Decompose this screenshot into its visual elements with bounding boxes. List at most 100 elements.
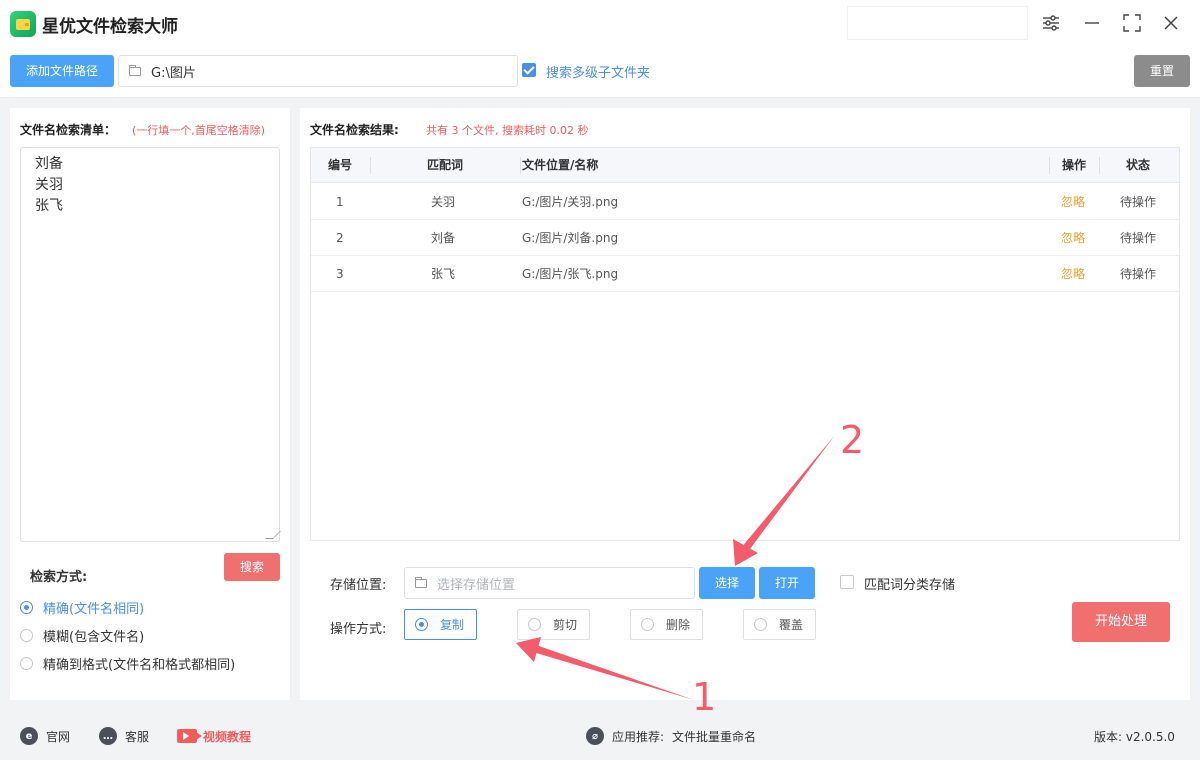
open-location-button[interactable]: 打开 bbox=[759, 567, 815, 599]
operation-copy-option[interactable]: 复制 bbox=[404, 609, 477, 640]
results-title: 文件名检索结果: bbox=[310, 123, 399, 137]
column-header-status: 状态 bbox=[1126, 158, 1151, 172]
path-input[interactable]: G:\图片 bbox=[118, 55, 518, 87]
results-panel: 文件名检索结果: 共有 3 个文件, 搜索耗时 0.02 秒 编号 匹配词 文件… bbox=[300, 108, 1190, 700]
subfolder-label[interactable]: 搜索多级子文件夹 bbox=[546, 62, 650, 81]
video-camera-icon bbox=[177, 729, 202, 743]
mode-option-exact-format[interactable]: 精确到格式(文件名和格式都相同) bbox=[20, 654, 235, 673]
maximize-icon[interactable] bbox=[1119, 10, 1145, 36]
annotation-step-2: 2 bbox=[840, 418, 865, 462]
folder-icon bbox=[415, 576, 427, 588]
storage-location-input[interactable]: 选择存储位置 bbox=[404, 567, 695, 599]
search-mode-label: 检索方式: bbox=[30, 570, 88, 585]
operation-option-label: 复制 bbox=[440, 618, 465, 632]
mode-option-label: 精确(文件名相同) bbox=[43, 602, 145, 617]
operation-delete-option[interactable]: 删除 bbox=[630, 609, 703, 640]
mode-option-exact[interactable]: 精确(文件名相同) bbox=[20, 598, 144, 617]
website-e-icon: e bbox=[20, 727, 38, 745]
radio-icon bbox=[20, 657, 33, 670]
radio-icon bbox=[641, 618, 654, 631]
search-name-line: 关羽 bbox=[35, 177, 63, 193]
link-icon: ⌀ bbox=[586, 727, 604, 745]
ignore-link[interactable]: 忽略 bbox=[1061, 256, 1085, 292]
select-location-button[interactable]: 选择 bbox=[699, 567, 755, 599]
minimize-icon[interactable] bbox=[1079, 10, 1105, 36]
classify-label[interactable]: 匹配词分类存储 bbox=[864, 574, 955, 593]
cell-no: 2 bbox=[336, 231, 344, 245]
status-bar: e 官网 … 客服 视频教程 ⌀ 应用推荐: 文件批量重命名 版本: v2.0.… bbox=[0, 712, 1200, 760]
operation-option-label: 剪切 bbox=[553, 618, 578, 632]
add-file-path-button[interactable]: 添加文件路径 bbox=[10, 55, 114, 87]
cell-status: 待操作 bbox=[1120, 267, 1157, 281]
cell-no: 3 bbox=[336, 267, 344, 281]
table-row[interactable]: 1 关羽 G:/图片/关羽.png 忽略 待操作 bbox=[311, 184, 1179, 220]
radio-selected-icon bbox=[20, 601, 33, 614]
version-text: 版本: v2.0.5.0 bbox=[1094, 729, 1175, 744]
cell-status: 待操作 bbox=[1120, 231, 1157, 245]
support-label: 客服 bbox=[125, 729, 150, 744]
ignore-link[interactable]: 忽略 bbox=[1061, 220, 1085, 256]
column-header-action: 操作 bbox=[1062, 158, 1087, 172]
storage-location-label: 存储位置: bbox=[330, 578, 387, 593]
column-header-no: 编号 bbox=[328, 158, 353, 172]
website-label: 官网 bbox=[46, 729, 71, 744]
cell-keyword: 刘备 bbox=[431, 231, 456, 245]
search-list-panel: 文件名检索清单： (一行填一个,首尾空格清除) 刘备 关羽 张飞 检索方式: 搜… bbox=[10, 108, 290, 700]
cell-keyword: 张飞 bbox=[431, 267, 456, 281]
search-names-textarea[interactable]: 刘备 关羽 张飞 bbox=[20, 147, 281, 542]
mode-option-fuzzy[interactable]: 模糊(包含文件名) bbox=[20, 626, 144, 645]
mode-option-label: 模糊(包含文件名) bbox=[43, 630, 145, 645]
cell-keyword: 关羽 bbox=[431, 195, 456, 209]
radio-icon bbox=[528, 618, 541, 631]
operation-overwrite-option[interactable]: 覆盖 bbox=[743, 609, 816, 640]
toolbar: 添加文件路径 G:\图片 搜索多级子文件夹 重置 bbox=[0, 46, 1200, 98]
reset-button[interactable]: 重置 bbox=[1134, 55, 1190, 87]
table-header: 编号 匹配词 文件位置/名称 操作 状态 bbox=[311, 148, 1179, 183]
website-link[interactable]: e 官网 bbox=[20, 712, 70, 760]
operation-option-label: 删除 bbox=[666, 618, 691, 632]
operation-cut-option[interactable]: 剪切 bbox=[517, 609, 590, 640]
column-header-path: 文件位置/名称 bbox=[522, 158, 599, 172]
search-list-title: 文件名检索清单： bbox=[20, 123, 117, 137]
path-value: G:\图片 bbox=[151, 65, 196, 81]
classify-checkbox[interactable] bbox=[840, 575, 854, 589]
app-logo-icon bbox=[10, 11, 36, 37]
cell-path: G:/图片/张飞.png bbox=[522, 267, 619, 281]
table-row[interactable]: 3 张飞 G:/图片/张飞.png 忽略 待操作 bbox=[311, 256, 1179, 292]
recommend-app: 文件批量重命名 bbox=[672, 729, 757, 744]
table-row[interactable]: 2 刘备 G:/图片/刘备.png 忽略 待操作 bbox=[311, 220, 1179, 256]
start-processing-button[interactable]: 开始处理 bbox=[1072, 602, 1170, 642]
video-tutorial-label: 视频教程 bbox=[203, 729, 252, 744]
search-name-line: 张飞 bbox=[35, 198, 63, 214]
storage-placeholder: 选择存储位置 bbox=[437, 577, 516, 593]
support-link[interactable]: … 客服 bbox=[99, 712, 149, 760]
cell-no: 1 bbox=[336, 195, 344, 209]
settings-sliders-icon[interactable] bbox=[1038, 10, 1064, 36]
radio-selected-icon bbox=[415, 618, 428, 631]
recommend-link[interactable]: ⌀ 应用推荐: 文件批量重命名 bbox=[586, 712, 756, 760]
radio-icon bbox=[20, 629, 33, 642]
search-button[interactable]: 搜索 bbox=[224, 553, 280, 581]
mode-option-label: 精确到格式(文件名和格式都相同) bbox=[43, 658, 236, 673]
search-name-line: 刘备 bbox=[35, 156, 63, 172]
title-bar: 星优文件检索大师 bbox=[0, 0, 1200, 46]
search-list-hint: (一行填一个,首尾空格清除) bbox=[132, 124, 266, 137]
radio-icon bbox=[754, 618, 767, 631]
resize-grip-icon[interactable] bbox=[265, 531, 281, 539]
column-header-keyword: 匹配词 bbox=[427, 158, 464, 172]
close-icon[interactable] bbox=[1158, 10, 1184, 36]
cell-path: G:/图片/刘备.png bbox=[522, 231, 619, 245]
operation-option-label: 覆盖 bbox=[779, 618, 804, 632]
app-title: 星优文件检索大师 bbox=[42, 17, 178, 37]
results-table: 编号 匹配词 文件位置/名称 操作 状态 1 关羽 G:/图片/关羽.png 忽… bbox=[310, 147, 1180, 541]
ignore-link[interactable]: 忽略 bbox=[1061, 184, 1085, 220]
folder-icon bbox=[129, 64, 141, 76]
video-tutorial-link[interactable]: 视频教程 bbox=[177, 712, 251, 760]
operation-mode-label: 操作方式: bbox=[330, 622, 387, 637]
cell-path: G:/图片/关羽.png bbox=[522, 195, 619, 209]
cell-status: 待操作 bbox=[1120, 195, 1157, 209]
subfolder-checkbox[interactable] bbox=[522, 63, 536, 77]
recommend-label: 应用推荐: bbox=[612, 729, 665, 744]
title-bar-blank-field bbox=[847, 6, 1028, 40]
chat-bubble-icon: … bbox=[99, 727, 117, 745]
